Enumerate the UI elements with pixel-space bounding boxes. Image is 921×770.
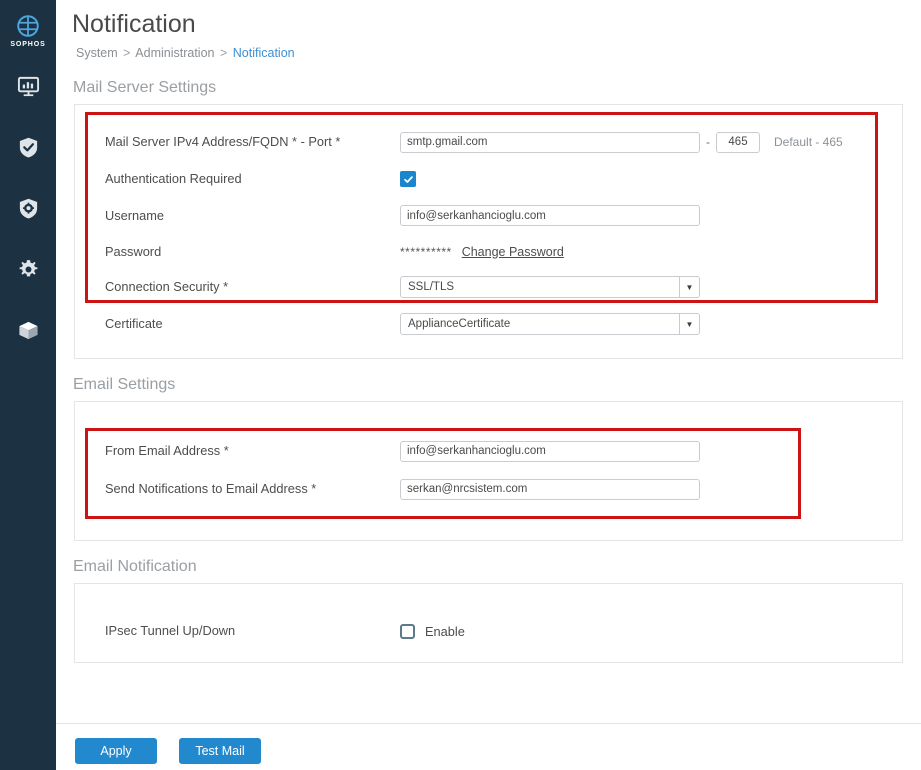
breadcrumb-item-notification[interactable]: Notification: [233, 46, 295, 60]
label-mail-server-port: Mail Server IPv4 Address/FQDN * - Port *: [105, 134, 341, 149]
footer-divider: [56, 723, 921, 724]
to-email-input[interactable]: [400, 478, 700, 500]
shield-gear-icon: [19, 198, 37, 219]
email-notification-panel: IPsec Tunnel Up/Down Enable: [74, 583, 903, 663]
label-connection-security: Connection Security *: [105, 279, 229, 294]
sophos-logo[interactable]: SOPHOS: [0, 0, 56, 56]
label-password: Password: [105, 243, 162, 259]
change-password-link[interactable]: Change Password: [452, 245, 564, 259]
ipsec-enable-checkbox[interactable]: [400, 623, 415, 639]
row-to-email: Send Notifications to Email Address *: [75, 470, 902, 508]
row-username: Username: [75, 197, 902, 234]
dashboard-monitor-icon: [17, 76, 39, 97]
from-email-input[interactable]: [400, 440, 700, 462]
port-input[interactable]: [716, 131, 760, 153]
section-title-email-settings: Email Settings: [73, 376, 176, 393]
breadcrumb-item-administration[interactable]: Administration: [135, 46, 214, 60]
mail-server-panel: Mail Server IPv4 Address/FQDN * - Port *…: [74, 104, 903, 359]
breadcrumb-separator: >: [123, 46, 131, 60]
sidebar-item-protect[interactable]: [0, 117, 56, 178]
breadcrumb-separator: >: [219, 46, 228, 60]
port-default-hint: Default - 465: [774, 135, 843, 149]
label-authentication-required: Authentication Required: [105, 171, 242, 186]
sidebar-item-objects[interactable]: [0, 300, 56, 361]
section-title-mail-server: Mail Server Settings: [73, 79, 217, 96]
label-certificate: Certificate: [105, 316, 163, 331]
username-input[interactable]: [400, 205, 700, 226]
breadcrumb-item-system[interactable]: System: [76, 46, 118, 60]
connection-security-select[interactable]: SSL/TLS ▼: [400, 276, 700, 298]
sophos-globe-icon: [17, 14, 39, 37]
authentication-required-checkbox[interactable]: [400, 171, 416, 187]
label-from-email: From Email Address *: [105, 443, 229, 458]
label-to-email: Send Notifications to Email Address *: [105, 481, 317, 496]
gear-icon: [19, 260, 37, 277]
sidebar-item-control-center[interactable]: [0, 56, 56, 117]
breadcrumb: System > Administration > Notification: [56, 40, 921, 62]
chevron-down-icon: ▼: [679, 313, 699, 335]
section-title-email-notification: Email Notification: [73, 558, 197, 575]
row-authentication-required: Authentication Required: [75, 161, 902, 197]
sophos-logo-text: SOPHOS: [10, 40, 46, 48]
certificate-select[interactable]: ApplianceCertificate ▼: [400, 313, 700, 335]
row-ipsec-tunnel: IPsec Tunnel Up/Down Enable: [75, 614, 902, 648]
connection-security-value: SSL/TLS: [408, 281, 455, 293]
password-masked-value: **********: [400, 244, 452, 259]
ipsec-enable-label: Enable: [425, 623, 465, 639]
apply-button[interactable]: Apply: [75, 738, 157, 764]
main-content: Notification System > Administration > N…: [56, 0, 921, 770]
chevron-down-icon: ▼: [679, 276, 699, 298]
sidebar: SOPHOS: [0, 0, 56, 770]
check-icon: [403, 175, 413, 183]
shield-check-icon: [19, 137, 37, 158]
row-from-email: From Email Address *: [75, 432, 902, 470]
test-mail-button[interactable]: Test Mail: [179, 738, 261, 764]
notification-page: SOPHOS Notification System > Administrat…: [0, 0, 921, 770]
box-icon: [18, 321, 38, 340]
mail-server-address-input[interactable]: [400, 131, 700, 153]
row-connection-security: Connection Security * SSL/TLS ▼: [75, 269, 902, 305]
row-mail-server-port: Mail Server IPv4 Address/FQDN * - Port *…: [75, 123, 902, 161]
sidebar-item-configure[interactable]: [0, 178, 56, 239]
label-ipsec-tunnel: IPsec Tunnel Up/Down: [105, 623, 236, 638]
sidebar-item-system[interactable]: [0, 239, 56, 300]
certificate-value: ApplianceCertificate: [408, 318, 511, 330]
row-certificate: Certificate ApplianceCertificate ▼: [75, 305, 902, 343]
page-title: Notification: [72, 10, 196, 38]
footer-actions: Apply Test Mail: [75, 738, 261, 764]
row-password: Password ********** Change Password: [75, 234, 902, 269]
port-dash: -: [706, 135, 710, 149]
label-username: Username: [105, 207, 165, 223]
email-settings-panel: From Email Address * Send Notifications …: [74, 401, 903, 541]
